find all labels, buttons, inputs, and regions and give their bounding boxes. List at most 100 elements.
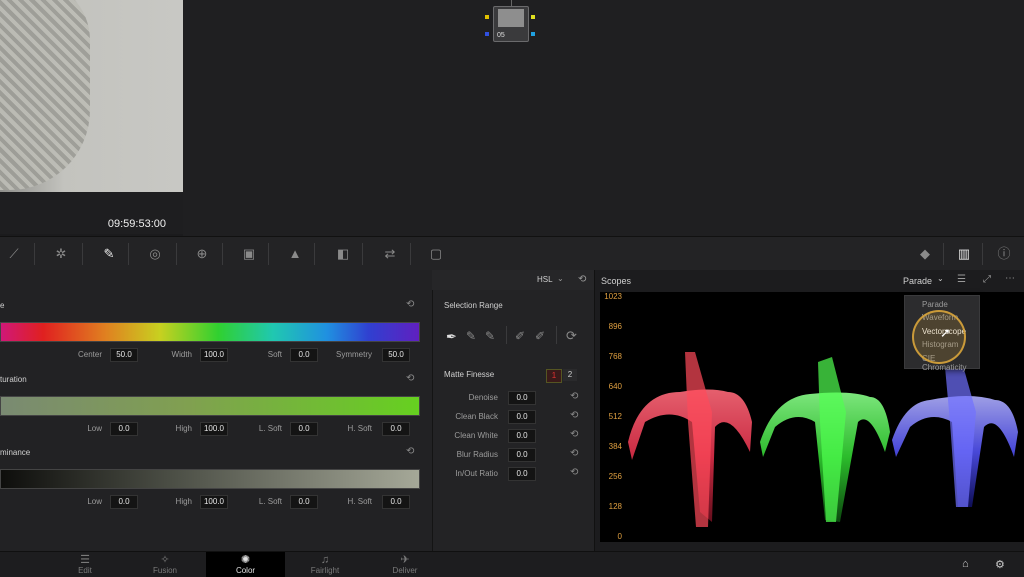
reset-icon[interactable]: ⟲ [406, 299, 414, 310]
hue-bar[interactable] [0, 322, 420, 342]
clean-black-field[interactable]: 0.0 [508, 410, 536, 424]
node-05[interactable]: 05 [493, 6, 529, 42]
qualifier-icon[interactable]: ✎ [100, 245, 118, 263]
chevron-down-icon[interactable]: ⌄ [937, 274, 944, 283]
picker-plus-icon[interactable]: ✎ [485, 329, 495, 343]
in-out-ratio-field[interactable]: 0.0 [508, 467, 536, 481]
curves-icon[interactable]: ⟋ [5, 245, 23, 263]
clean-black-label: Clean Black [455, 412, 498, 421]
page-deliver[interactable]: ✈ Deliver [380, 552, 430, 577]
soft-field[interactable]: 0.0 [290, 348, 318, 362]
sat-low-field[interactable]: 0.0 [110, 422, 138, 436]
tracker-icon[interactable]: ⊕ [193, 245, 211, 263]
invert-icon[interactable]: ⟳ [566, 328, 577, 344]
gear-icon[interactable]: ⚙ [995, 558, 1005, 571]
y-tick: 0 [617, 532, 622, 541]
page-navigation: ☰ Edit ✧ Fusion ✺ Color ♫ Fairlight ✈ Deliver… [0, 551, 1024, 577]
y-tick: 512 [608, 412, 622, 421]
reset-icon[interactable]: ⟲ [570, 448, 578, 459]
y-tick: 768 [608, 352, 622, 361]
reset-icon[interactable]: ⟲ [406, 446, 414, 457]
scope-settings-icon[interactable]: ☰ [957, 274, 966, 285]
chevron-down-icon[interactable]: ⌄ [557, 274, 564, 283]
low-label: Low [87, 497, 102, 506]
color-page-icon: ✺ [240, 554, 251, 566]
key-icon[interactable]: ◧ [334, 245, 352, 263]
qualifier-mode-select[interactable]: HSL [537, 275, 553, 284]
sizing-icon[interactable]: ⇄ [381, 245, 399, 263]
window-icon[interactable]: ◎ [146, 245, 164, 263]
matte-tab-2[interactable]: 2 [563, 369, 577, 381]
home-icon[interactable]: ⌂ [962, 558, 969, 570]
color-warper-icon[interactable]: ✲ [52, 245, 70, 263]
luminance-bar[interactable] [0, 469, 420, 489]
more-options-icon[interactable]: ⋯ [1005, 273, 1015, 284]
scopes-icon[interactable]: ▥ [955, 245, 973, 263]
cursor-icon: ➚ [940, 325, 951, 340]
edit-page-icon: ☰ [80, 554, 90, 566]
reset-icon[interactable]: ⟲ [406, 373, 414, 384]
saturation-bar[interactable] [0, 396, 420, 416]
scopes-title: Scopes [601, 276, 632, 286]
denoise-field[interactable]: 0.0 [508, 391, 536, 405]
symmetry-field[interactable]: 50.0 [382, 348, 410, 362]
lsoft-label: L. Soft [258, 424, 282, 433]
blur-icon[interactable]: ▲ [286, 245, 304, 263]
node-thumbnail [498, 9, 524, 27]
scope-mode-select[interactable]: Parade [903, 276, 932, 286]
info-icon[interactable]: ⓘ [995, 245, 1013, 263]
clean-white-label: Clean White [454, 431, 498, 440]
reset-icon[interactable]: ⟲ [570, 391, 578, 402]
high-label: High [175, 497, 192, 506]
lum-high-field[interactable]: 100.0 [200, 495, 228, 509]
center-label: Center [77, 350, 102, 359]
hsoft-label: H. Soft [347, 497, 372, 506]
dropdown-item-parade[interactable]: Parade [922, 300, 948, 309]
center-field[interactable]: 50.0 [110, 348, 138, 362]
page-fusion[interactable]: ✧ Fusion [140, 552, 190, 577]
lum-low-field[interactable]: 0.0 [110, 495, 138, 509]
saturation-title: turation [0, 375, 27, 384]
node-input-dot[interactable] [485, 15, 489, 19]
sat-high-field[interactable]: 100.0 [200, 422, 228, 436]
selection-range-title: Selection Range [444, 301, 503, 310]
feather-minus-icon[interactable]: ✐ [515, 329, 525, 343]
y-tick: 640 [608, 382, 622, 391]
reset-icon[interactable]: ⟲ [570, 467, 578, 478]
reset-icon[interactable]: ⟲ [578, 274, 586, 285]
magic-mask-icon[interactable]: ▣ [240, 245, 258, 263]
picker-icon[interactable]: ✒ [446, 329, 457, 345]
stereo-icon[interactable]: ◆ [916, 245, 934, 263]
matte-tab-1[interactable]: 1 [546, 369, 562, 383]
motion-effects-icon[interactable]: ▢ [427, 245, 445, 263]
clean-white-field[interactable]: 0.0 [508, 429, 536, 443]
width-label: Width [171, 350, 192, 359]
y-tick: 896 [608, 322, 622, 331]
lum-lsoft-field[interactable]: 0.0 [290, 495, 318, 509]
deliver-page-icon: ✈ [400, 554, 410, 566]
cursor-highlight [912, 310, 966, 364]
page-color[interactable]: ✺ Color [206, 552, 285, 577]
reset-icon[interactable]: ⟲ [570, 429, 578, 440]
viewer [0, 0, 183, 192]
node-output-dot[interactable] [531, 15, 535, 19]
in-out-ratio-label: In/Out Ratio [455, 469, 498, 478]
low-label: Low [87, 424, 102, 433]
page-fairlight[interactable]: ♫ Fairlight [300, 552, 350, 577]
width-field[interactable]: 100.0 [200, 348, 228, 362]
sat-hsoft-field[interactable]: 0.0 [382, 422, 410, 436]
lum-hsoft-field[interactable]: 0.0 [382, 495, 410, 509]
node-graph[interactable] [183, 0, 1024, 236]
feather-plus-icon[interactable]: ✐ [535, 329, 545, 343]
sat-lsoft-field[interactable]: 0.0 [290, 422, 318, 436]
blur-radius-field[interactable]: 0.0 [508, 448, 536, 462]
fusion-page-icon: ✧ [160, 554, 170, 566]
blur-radius-label: Blur Radius [456, 450, 498, 459]
y-tick: 384 [608, 442, 622, 451]
page-edit[interactable]: ☰ Edit [60, 552, 110, 577]
expand-icon[interactable]: ⤢ [983, 274, 991, 285]
node-input-dot[interactable] [485, 32, 489, 36]
reset-icon[interactable]: ⟲ [570, 410, 578, 421]
picker-minus-icon[interactable]: ✎ [466, 329, 476, 343]
node-output-dot[interactable] [531, 32, 535, 36]
